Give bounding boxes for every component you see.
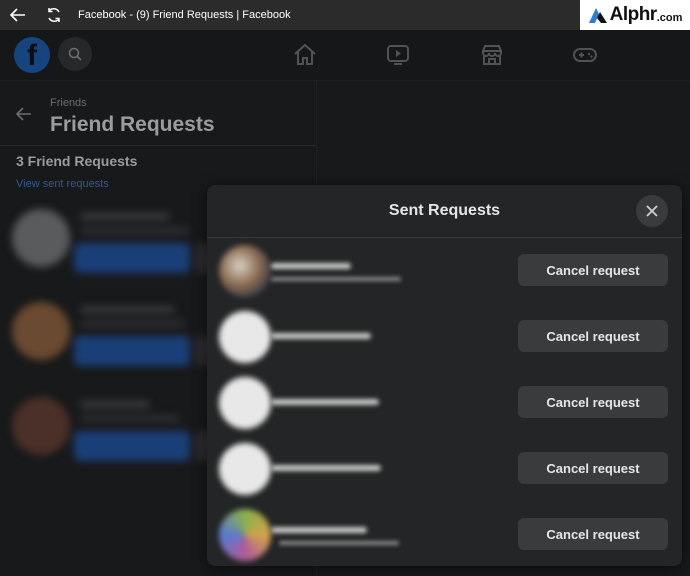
sent-request-row: Cancel request	[207, 369, 682, 435]
sent-requests-dialog: Sent Requests Cancel request Cancel requ…	[207, 185, 682, 566]
request-count: 3 Friend Requests	[16, 153, 138, 169]
blurred-name	[271, 527, 367, 533]
blurred-name	[271, 465, 381, 471]
avatar[interactable]	[219, 377, 271, 429]
meta-placeholder	[80, 415, 180, 422]
cancel-request-button[interactable]: Cancel request	[518, 254, 668, 286]
confirm-button[interactable]	[74, 431, 190, 461]
refresh-icon	[48, 8, 60, 22]
breadcrumb[interactable]: Friends	[50, 97, 87, 109]
name-placeholder	[80, 401, 150, 408]
name-placeholder	[80, 306, 175, 313]
arrow-left-icon	[10, 8, 25, 22]
blurred-name	[271, 263, 351, 269]
alphr-brand: Alphr	[609, 4, 658, 25]
avatar[interactable]	[12, 302, 70, 360]
meta-placeholder	[80, 227, 190, 234]
watch-icon[interactable]	[385, 42, 411, 68]
alphr-suffix: .com	[656, 12, 683, 24]
cancel-request-button[interactable]: Cancel request	[518, 518, 668, 550]
cancel-request-button[interactable]: Cancel request	[518, 386, 668, 418]
close-icon	[646, 205, 658, 217]
search-icon	[68, 47, 82, 61]
blurred-subtext	[279, 541, 399, 545]
gaming-icon[interactable]	[572, 42, 598, 68]
home-icon[interactable]	[292, 42, 318, 68]
cancel-request-button[interactable]: Cancel request	[518, 452, 668, 484]
avatar[interactable]	[219, 245, 271, 297]
confirm-button[interactable]	[74, 336, 190, 366]
dialog-header: Sent Requests	[207, 185, 682, 238]
window-title: Facebook - (9) Friend Requests | Faceboo…	[78, 9, 291, 21]
sent-request-row: Cancel request	[207, 501, 682, 567]
avatar[interactable]	[12, 397, 70, 455]
avatar[interactable]	[12, 209, 70, 267]
blurred-subtext	[271, 277, 401, 281]
confirm-button[interactable]	[74, 243, 190, 273]
alphr-logo-icon	[588, 8, 607, 23]
back-button[interactable]	[0, 0, 36, 30]
avatar[interactable]	[219, 311, 271, 363]
back-arrow-icon[interactable]	[16, 107, 32, 121]
avatar[interactable]	[219, 443, 271, 495]
sent-request-row: Cancel request	[207, 435, 682, 501]
facebook-logo[interactable]: f	[14, 37, 50, 73]
dialog-title: Sent Requests	[388, 202, 501, 219]
refresh-button[interactable]	[36, 0, 72, 30]
view-sent-requests-link[interactable]: View sent requests	[16, 178, 109, 190]
marketplace-icon[interactable]	[479, 42, 505, 68]
search-button[interactable]	[58, 37, 92, 71]
blurred-name	[271, 333, 371, 339]
page-title: Friend Requests	[50, 113, 215, 136]
alphr-watermark: Alphr .com	[580, 0, 690, 30]
divider	[0, 145, 316, 146]
blurred-name	[271, 399, 379, 405]
cancel-request-button[interactable]: Cancel request	[518, 320, 668, 352]
avatar[interactable]	[219, 509, 271, 561]
close-button[interactable]	[636, 195, 668, 227]
window-titlebar: Facebook - (9) Friend Requests | Faceboo…	[0, 0, 690, 30]
name-placeholder	[80, 213, 170, 220]
sent-request-row: Cancel request	[207, 303, 682, 369]
facebook-logo-letter: f	[27, 39, 37, 72]
meta-placeholder	[80, 320, 185, 327]
facebook-navbar: f	[0, 30, 690, 81]
sent-request-row: Cancel request	[207, 237, 682, 303]
